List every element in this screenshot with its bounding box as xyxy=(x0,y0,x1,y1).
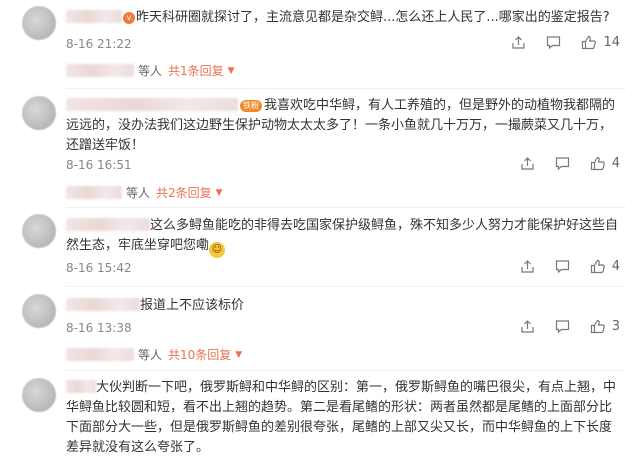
like-button[interactable]: 4 xyxy=(590,259,620,274)
divider xyxy=(66,88,626,89)
like-count: 14 xyxy=(603,35,620,50)
emoji-icon: ☺ xyxy=(209,242,226,258)
username[interactable] xyxy=(66,380,96,393)
divider xyxy=(66,207,626,208)
comment-body: 报道上不应该标价 xyxy=(66,296,618,316)
replier-name xyxy=(66,64,134,77)
comment-body: v 昨天科研圈就探讨了，主流意见都是杂交鲟...怎么还上人民了...哪家出的鉴定报… xyxy=(66,8,618,28)
comment-actions: 4 xyxy=(520,156,620,171)
comment-time: 8-16 21:22 xyxy=(66,37,132,51)
share-icon xyxy=(521,157,534,170)
comment-time: 8-16 13:38 xyxy=(66,321,132,335)
comment-button[interactable] xyxy=(555,319,570,334)
avatar[interactable] xyxy=(22,6,56,40)
chevron-down-icon: ▼ xyxy=(227,65,235,76)
comment-time: 8-16 16:51 xyxy=(66,158,132,172)
view-replies[interactable]: 等人 共10条回复 ▼ xyxy=(66,346,242,363)
chevron-down-icon: ▼ xyxy=(215,187,223,198)
replies-link[interactable]: 共2条回复 xyxy=(156,184,212,201)
share-button[interactable] xyxy=(520,259,535,274)
comment-text: 昨天科研圈就探讨了，主流意见都是杂交鲟...怎么还上人民了...哪家出的鉴定报告… xyxy=(136,10,610,25)
comment-actions: 4 xyxy=(520,259,620,274)
comment-time: 8-16 15:42 xyxy=(66,261,132,275)
username[interactable] xyxy=(66,218,150,231)
like-icon xyxy=(590,156,605,171)
avatar[interactable] xyxy=(22,294,56,328)
comment-actions: 14 xyxy=(511,35,620,50)
comment-body: 铁粉 我喜欢吃中华鲟，有人工养殖的，但是野外的动植物我都隔的远远的，没办法我们这边… xyxy=(66,96,618,156)
share-button[interactable] xyxy=(511,35,526,50)
like-count: 4 xyxy=(611,259,620,274)
username[interactable] xyxy=(66,298,140,311)
view-replies[interactable]: 等人 共1条回复 ▼ xyxy=(66,62,235,79)
username[interactable] xyxy=(66,10,122,23)
like-count: 4 xyxy=(611,156,620,171)
fan-badge: 铁粉 xyxy=(240,100,262,112)
username[interactable] xyxy=(66,98,238,111)
like-icon xyxy=(582,35,597,50)
chevron-down-icon: ▼ xyxy=(235,349,243,360)
comment-icon xyxy=(555,260,569,274)
replies-link[interactable]: 共10条回复 xyxy=(168,346,231,363)
comment-icon xyxy=(555,157,569,171)
replier-name xyxy=(66,348,134,361)
comment-icon xyxy=(555,320,569,334)
comment-icon xyxy=(547,36,561,50)
view-replies[interactable]: 等人 共2条回复 ▼ xyxy=(66,184,223,201)
like-button[interactable]: 4 xyxy=(590,156,620,171)
like-button[interactable]: 14 xyxy=(581,35,620,50)
divider xyxy=(66,286,626,287)
share-icon xyxy=(521,320,534,333)
share-button[interactable] xyxy=(520,319,535,334)
comment-actions: 3 xyxy=(520,319,620,334)
avatar[interactable] xyxy=(22,378,56,412)
comment-button[interactable] xyxy=(555,259,570,274)
replies-link[interactable]: 共1条回复 xyxy=(168,62,224,79)
like-icon xyxy=(590,319,605,334)
comment-text: 报道上不应该标价 xyxy=(140,298,245,313)
replies-prefix: 等人 xyxy=(138,64,163,78)
comment-button[interactable] xyxy=(555,156,570,171)
comment-text: 大伙判断一下吧，俄罗斯鲟和中华鲟的区别：第一，俄罗斯鲟鱼的嘴巴很尖，有点上翘，中… xyxy=(66,380,617,455)
comment-body: 这么多鲟鱼能吃的非得去吃国家保护级鲟鱼，殊不知多少人努力才能保护好这些自然生态，… xyxy=(66,216,618,258)
share-button[interactable] xyxy=(520,156,535,171)
replies-prefix: 等人 xyxy=(126,186,151,200)
avatar[interactable] xyxy=(22,214,56,248)
replier-name xyxy=(66,186,122,199)
replies-prefix: 等人 xyxy=(138,348,163,362)
like-button[interactable]: 3 xyxy=(590,319,620,334)
comment-body: 大伙判断一下吧，俄罗斯鲟和中华鲟的区别：第一，俄罗斯鲟鱼的嘴巴很尖，有点上翘，中… xyxy=(66,378,618,458)
share-icon xyxy=(512,36,526,49)
vip-badge-icon: v xyxy=(123,12,135,24)
like-count: 3 xyxy=(611,319,620,334)
divider xyxy=(66,370,626,371)
avatar[interactable] xyxy=(22,96,56,130)
comment-button[interactable] xyxy=(546,35,561,50)
like-icon xyxy=(590,259,605,274)
share-icon xyxy=(521,260,534,273)
